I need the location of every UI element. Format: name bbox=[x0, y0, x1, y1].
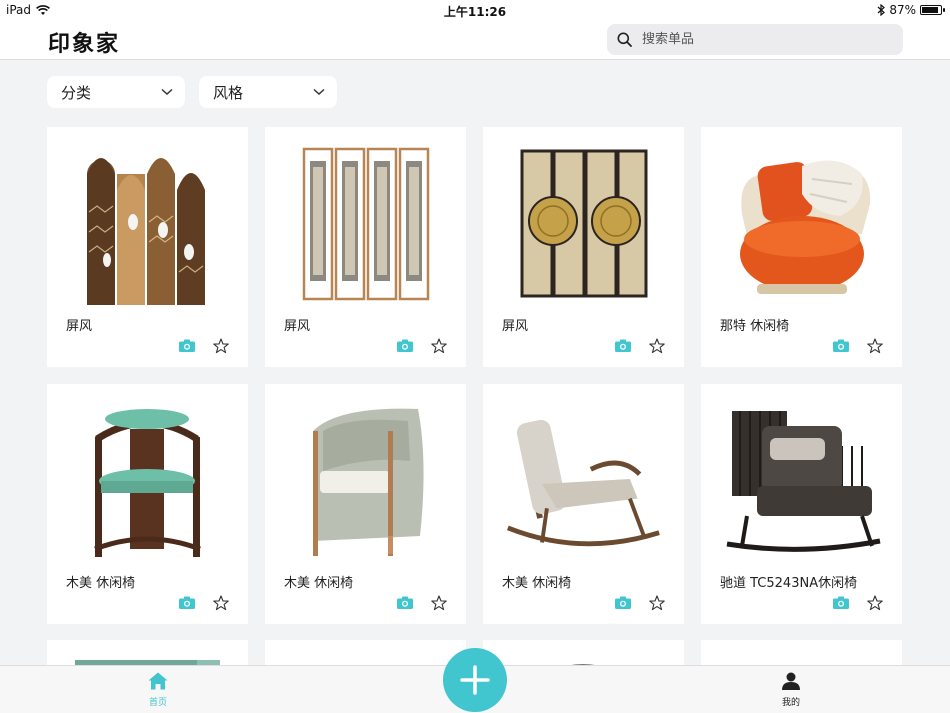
search-bar[interactable] bbox=[607, 24, 903, 55]
tab-mine-label: 我的 bbox=[781, 698, 800, 708]
product-card[interactable]: 屏风 bbox=[47, 127, 248, 367]
chevron-down-icon bbox=[161, 88, 173, 96]
product-card[interactable]: 屏风 bbox=[483, 127, 684, 367]
plus-icon bbox=[460, 665, 490, 695]
product-image-folding-screen bbox=[285, 139, 446, 309]
user-icon bbox=[782, 672, 800, 690]
product-image-armchair bbox=[67, 396, 228, 566]
camera-icon[interactable] bbox=[833, 339, 849, 352]
search-input[interactable] bbox=[640, 31, 884, 48]
style-dropdown-label: 风格 bbox=[213, 83, 244, 102]
tab-home[interactable]: 首页 bbox=[128, 672, 188, 708]
product-name: 木美 休闲椅 bbox=[66, 576, 136, 591]
product-name: 木美 休闲椅 bbox=[284, 576, 354, 591]
product-name: 驰道 TC5243NA休闲椅 bbox=[720, 576, 858, 591]
camera-icon[interactable] bbox=[397, 596, 413, 609]
product-name: 屏风 bbox=[284, 319, 311, 334]
camera-icon[interactable] bbox=[615, 339, 631, 352]
favorite-star-icon[interactable] bbox=[213, 595, 229, 611]
category-dropdown-label: 分类 bbox=[61, 83, 92, 102]
product-card[interactable]: 屏风 bbox=[265, 127, 466, 367]
product-name: 屏风 bbox=[66, 319, 93, 334]
favorite-star-icon[interactable] bbox=[213, 338, 229, 354]
product-grid: 屏风 屏风 屏风 那特 休闲椅 木美 休闲椅 木美 休闲椅 木美 休闲椅 驰道 … bbox=[47, 127, 902, 624]
camera-icon[interactable] bbox=[179, 596, 195, 609]
product-image-folding-screen bbox=[67, 139, 228, 309]
product-card[interactable]: 木美 休闲椅 bbox=[483, 384, 684, 624]
product-card[interactable]: 木美 休闲椅 bbox=[47, 384, 248, 624]
product-image-folding-screen bbox=[503, 139, 664, 309]
top-navigation-bar: 印象家 bbox=[0, 20, 950, 60]
camera-icon[interactable] bbox=[833, 596, 849, 609]
product-name: 屏风 bbox=[502, 319, 529, 334]
add-button[interactable] bbox=[443, 648, 507, 712]
favorite-star-icon[interactable] bbox=[867, 595, 883, 611]
favorite-star-icon[interactable] bbox=[431, 338, 447, 354]
bluetooth-icon bbox=[877, 4, 886, 16]
product-name: 木美 休闲椅 bbox=[502, 576, 572, 591]
filter-bar: 分类 风格 bbox=[47, 76, 337, 108]
tab-home-label: 首页 bbox=[148, 698, 167, 708]
product-card[interactable]: 驰道 TC5243NA休闲椅 bbox=[701, 384, 902, 624]
product-image-tub-chair bbox=[285, 396, 446, 566]
app-logo[interactable]: 印象家 bbox=[48, 26, 120, 58]
product-image-rocking-chair bbox=[721, 396, 882, 566]
favorite-star-icon[interactable] bbox=[431, 595, 447, 611]
product-name: 那特 休闲椅 bbox=[720, 319, 790, 334]
product-card[interactable]: 那特 休闲椅 bbox=[701, 127, 902, 367]
home-icon bbox=[148, 672, 168, 690]
product-image-rocking-chair bbox=[503, 396, 664, 566]
product-image-lounge-chair bbox=[721, 139, 882, 309]
battery-icon bbox=[920, 5, 945, 15]
camera-icon[interactable] bbox=[397, 339, 413, 352]
camera-icon[interactable] bbox=[615, 596, 631, 609]
category-dropdown[interactable]: 分类 bbox=[47, 76, 185, 108]
clock: 上午11:26 bbox=[443, 5, 507, 19]
product-card[interactable]: 木美 休闲椅 bbox=[265, 384, 466, 624]
style-dropdown[interactable]: 风格 bbox=[199, 76, 337, 108]
tab-mine[interactable]: 我的 bbox=[761, 672, 821, 708]
favorite-star-icon[interactable] bbox=[867, 338, 883, 354]
battery-percent: 87% bbox=[889, 3, 916, 17]
favorite-star-icon[interactable] bbox=[649, 338, 665, 354]
status-bar: iPad 上午11:26 87% bbox=[0, 0, 950, 20]
search-icon bbox=[617, 32, 632, 47]
camera-icon[interactable] bbox=[179, 339, 195, 352]
chevron-down-icon bbox=[313, 88, 325, 96]
favorite-star-icon[interactable] bbox=[649, 595, 665, 611]
